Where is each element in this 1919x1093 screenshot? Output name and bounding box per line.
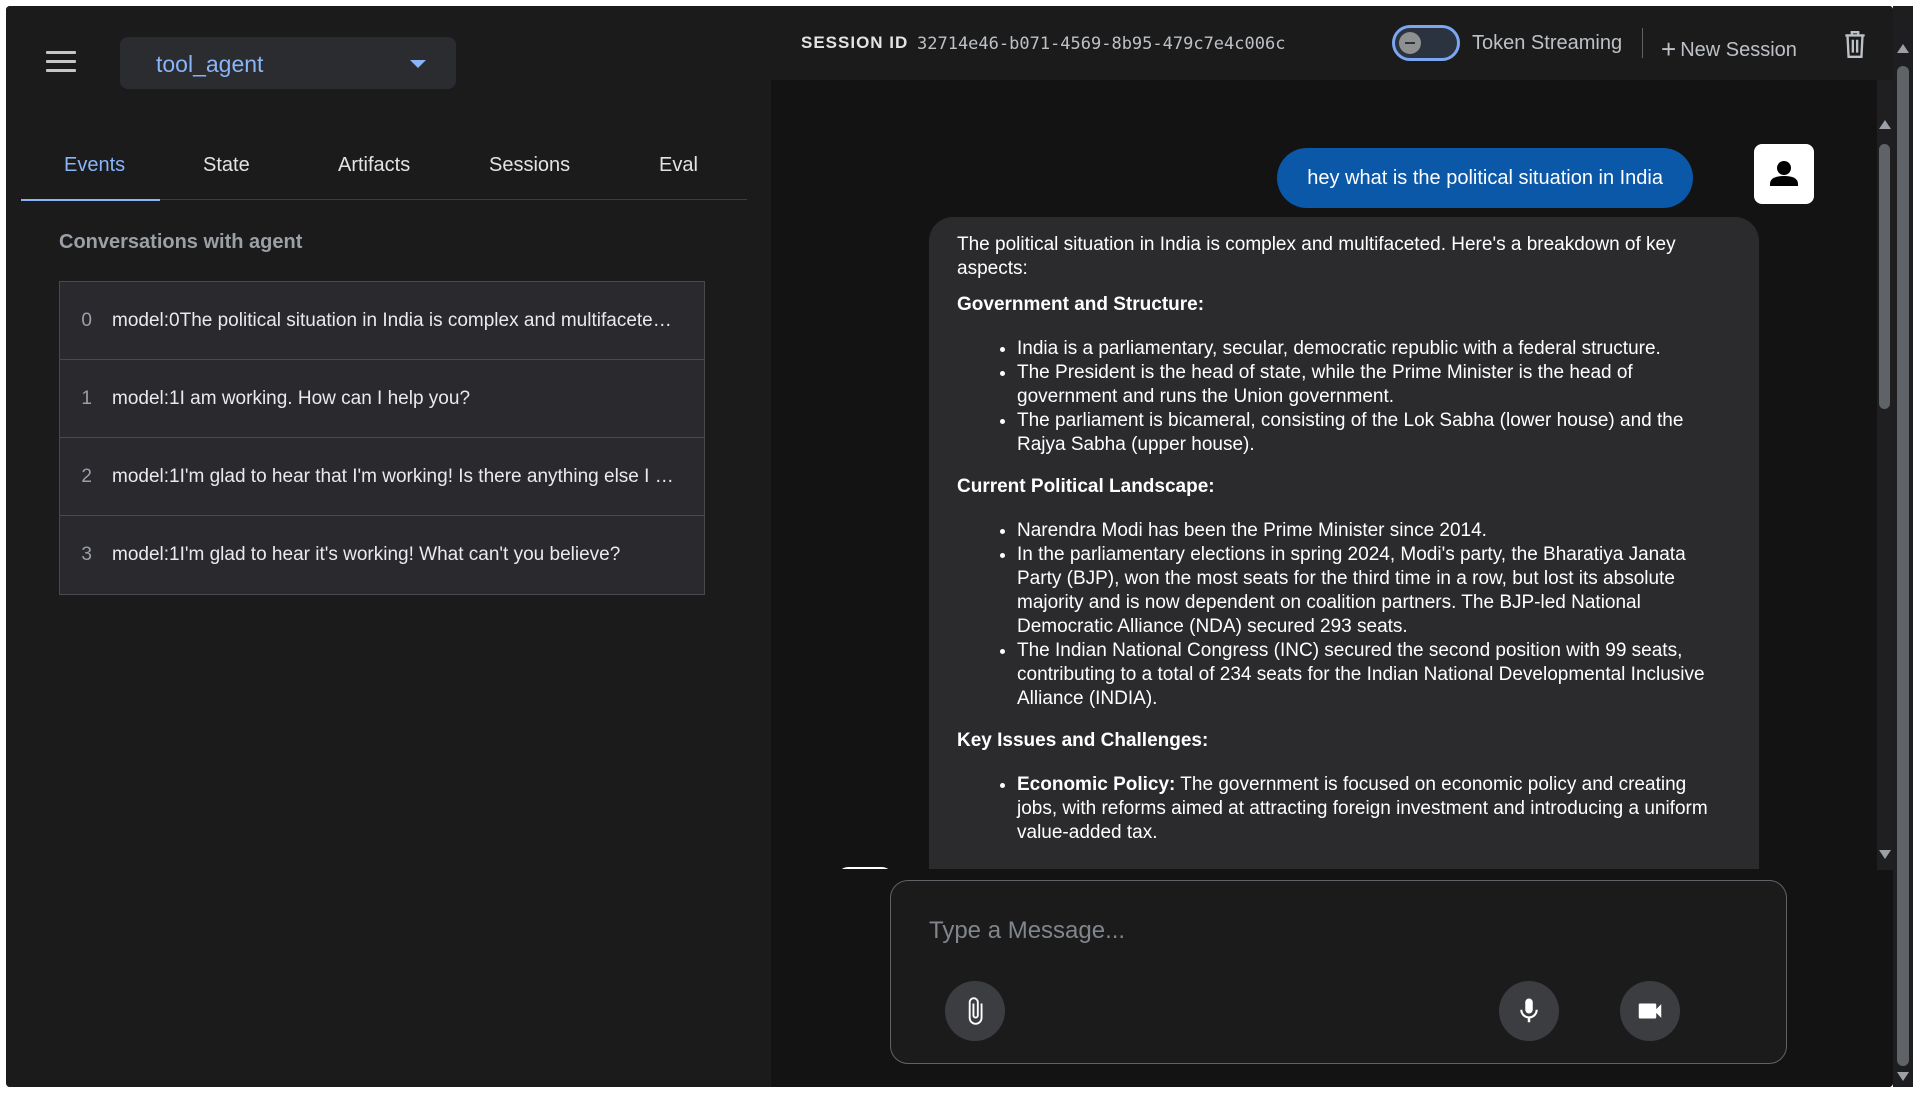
list-item: In the parliamentary elections in spring… [1017, 543, 1731, 639]
attach-button[interactable] [945, 981, 1005, 1041]
event-index: 2 [81, 465, 92, 487]
bot-section-title: Key Issues and Challenges: [957, 730, 1209, 751]
event-index: 1 [81, 387, 92, 409]
list-item-bold: Economic Policy: [1017, 774, 1176, 795]
user-message: hey what is the political situation in I… [1277, 148, 1693, 208]
event-item[interactable]: 0 model:0The political situation in Indi… [60, 282, 704, 360]
agent-select[interactable]: tool_agent [120, 37, 456, 89]
tab-state[interactable]: State [203, 154, 250, 177]
scroll-up-icon[interactable] [1897, 44, 1909, 53]
list-item: The Indian National Congress (INC) secur… [1017, 639, 1731, 711]
list-item: Economic Policy: The government is focus… [1017, 773, 1731, 845]
bot-section-title: Government and Structure: [957, 294, 1205, 315]
event-item[interactable]: 3 model:1I'm glad to hear it's working! … [60, 516, 704, 594]
page-scrollbar[interactable] [1893, 6, 1913, 1087]
event-index: 0 [81, 309, 92, 331]
toggle-knob [1399, 32, 1421, 54]
add-icon: + [1661, 34, 1677, 64]
bot-list: Economic Policy: The government is focus… [1017, 773, 1731, 845]
chat-scrollbar[interactable] [1877, 80, 1893, 870]
bot-list: India is a parliamentary, secular, democ… [1017, 337, 1731, 457]
token-streaming-toggle[interactable] [1392, 25, 1460, 61]
bot-list: Narendra Modi has been the Prime Ministe… [1017, 519, 1731, 711]
tab-eval[interactable]: Eval [659, 154, 698, 177]
chat-panel: SESSION ID 32714e46-b071-4569-8b95-479c7… [771, 6, 1893, 1087]
tab-bar: Events State Artifacts Sessions Eval [21, 136, 747, 201]
header-divider [1642, 28, 1643, 58]
active-tab-indicator [21, 199, 160, 201]
scroll-down-icon[interactable] [1879, 850, 1891, 859]
tab-sessions[interactable]: Sessions [489, 154, 570, 177]
event-list: 0 model:0The political situation in Indi… [59, 281, 705, 595]
event-text: model:1I'm glad to hear it's working! Wh… [112, 544, 621, 565]
message-input[interactable] [929, 911, 1749, 951]
microphone-button[interactable] [1499, 981, 1559, 1041]
message-composer [890, 880, 1787, 1064]
event-text: model:1I'm glad to hear that I'm working… [112, 465, 682, 487]
bot-section-title: Current Political Landscape: [957, 476, 1215, 497]
agent-select-value: tool_agent [156, 51, 264, 77]
event-index: 3 [81, 544, 92, 565]
videocam-icon [1638, 1003, 1662, 1019]
scroll-up-icon[interactable] [1879, 120, 1891, 129]
bot-message: The political situation in India is comp… [929, 217, 1759, 869]
app-window: tool_agent Events State Artifacts Sessio… [6, 6, 1893, 1087]
trash-icon[interactable] [1842, 29, 1868, 59]
arrow-drop-down-icon [410, 60, 426, 68]
new-session-button[interactable]: + New Session [1661, 32, 1797, 64]
tab-events[interactable]: Events [64, 154, 125, 177]
scroll-down-icon[interactable] [1897, 1072, 1909, 1081]
section-title: Conversations with agent [59, 231, 303, 253]
new-session-label: New Session [1680, 39, 1797, 61]
list-item: Narendra Modi has been the Prime Ministe… [1017, 519, 1731, 543]
bot-avatar [838, 867, 892, 869]
chat-header: SESSION ID 32714e46-b071-4569-8b95-479c7… [771, 6, 1893, 80]
list-item: India is a parliamentary, secular, democ… [1017, 337, 1731, 361]
bot-intro: The political situation in India is comp… [957, 234, 1676, 279]
event-text: model:0The political situation in India … [112, 309, 682, 331]
scrollbar-thumb[interactable] [1879, 144, 1890, 409]
microphone-icon [1520, 998, 1538, 1023]
person-icon [1754, 144, 1814, 204]
message-list: hey what is the political situation in I… [771, 80, 1875, 869]
event-item[interactable]: 1 model:1I am working. How can I help yo… [60, 360, 704, 438]
video-button[interactable] [1620, 981, 1680, 1041]
list-item: The President is the head of state, whil… [1017, 361, 1731, 409]
session-id-label: SESSION ID [801, 33, 909, 52]
tab-artifacts[interactable]: Artifacts [338, 154, 410, 177]
list-item: The parliament is bicameral, consisting … [1017, 409, 1731, 457]
token-streaming-label: Token Streaming [1472, 32, 1623, 54]
paperclip-icon [968, 997, 983, 1025]
menu-icon[interactable] [46, 51, 76, 73]
session-id-value: 32714e46-b071-4569-8b95-479c7e4c006c [917, 34, 1286, 54]
scrollbar-thumb[interactable] [1897, 66, 1909, 1066]
event-text: model:1I am working. How can I help you? [112, 387, 471, 409]
event-item[interactable]: 2 model:1I'm glad to hear that I'm worki… [60, 438, 704, 516]
side-panel: tool_agent Events State Artifacts Sessio… [6, 6, 771, 1087]
